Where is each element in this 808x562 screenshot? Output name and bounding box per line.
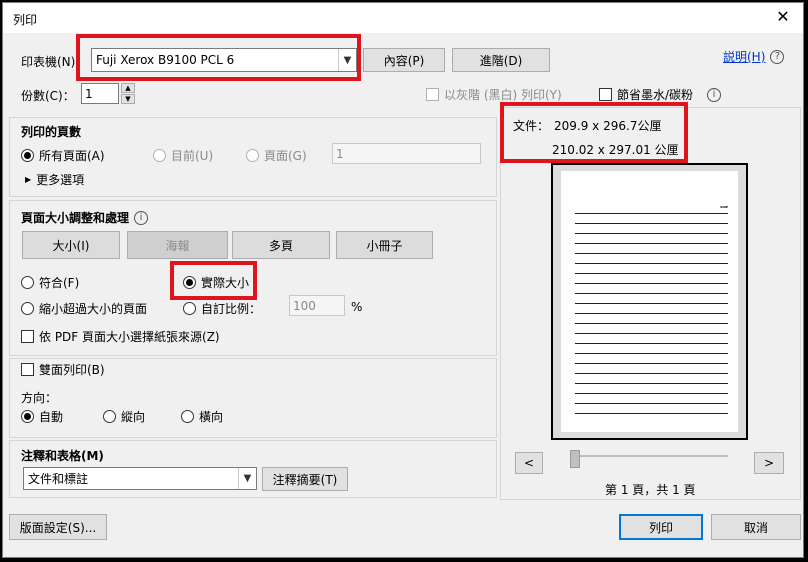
orientation-label: 方向： <box>21 391 58 405</box>
duplex-option[interactable]: 雙面列印(B) <box>21 361 105 378</box>
radio-icon[interactable] <box>21 276 34 289</box>
page-preview: SIDE <box>551 163 748 440</box>
comments-heading: 注釋和表格(M) <box>21 449 104 463</box>
save-ink-info-icon[interactable]: i <box>707 86 721 102</box>
help-link-text[interactable]: 説明(H) <box>723 48 765 65</box>
print-button[interactable]: 列印 <box>619 514 703 540</box>
actual-size-highlight-box <box>170 261 257 300</box>
copies-input[interactable]: 1 <box>81 83 119 104</box>
pdf-source-option[interactable]: 依 PDF 頁面大小選擇紙張來源(Z) <box>21 328 220 345</box>
page-setup-button[interactable]: 版面設定(S)... <box>9 514 107 540</box>
duplex-checkbox[interactable] <box>21 363 34 376</box>
shrink-radio[interactable]: 縮小超過大小的頁面 <box>21 300 147 317</box>
preview-page-sheet: SIDE <box>561 171 738 432</box>
sizing-info-icon[interactable]: i <box>134 210 149 225</box>
pages-current-radio[interactable]: 目前(U) <box>153 147 213 164</box>
help-link[interactable]: 説明(H) ? <box>723 48 785 65</box>
grayscale-option[interactable]: 以灰階 (黑白) 列印(Y) <box>426 86 562 103</box>
tab-size[interactable]: 大小(I) <box>22 231 120 259</box>
save-ink-checkbox[interactable] <box>599 88 612 101</box>
percent-label: % <box>351 300 363 314</box>
size-highlight-box <box>500 102 688 163</box>
tab-multiple[interactable]: 多頁 <box>232 231 330 259</box>
printer-highlight-box <box>76 34 361 81</box>
prev-page-button[interactable]: < <box>515 452 543 474</box>
page-slider-thumb[interactable] <box>570 450 580 468</box>
orientation-portrait-radio[interactable]: 縱向 <box>103 408 145 425</box>
tab-poster[interactable]: 海報 <box>127 231 228 259</box>
expand-triangle-icon: ▶ <box>25 175 32 184</box>
grayscale-checkbox[interactable] <box>426 88 439 101</box>
next-page-button[interactable]: > <box>754 452 784 474</box>
copies-down-icon[interactable]: ▼ <box>121 94 135 104</box>
pages-range-input[interactable]: 1 <box>332 143 481 164</box>
radio-icon[interactable] <box>153 149 166 162</box>
cancel-button[interactable]: 取消 <box>711 514 801 540</box>
print-dialog: 列印 ✕ 印表機(N)： Fuji Xerox B9100 PCL 6 ▼ 內容… <box>2 2 804 558</box>
advanced-button[interactable]: 進階(D) <box>452 48 550 72</box>
pages-all-radio[interactable]: 所有頁面(A) <box>21 147 105 164</box>
chevron-down-icon: ▼ <box>238 468 256 489</box>
radio-icon[interactable] <box>181 410 194 423</box>
more-options-toggle[interactable]: ▶ 更多選項 <box>25 171 84 188</box>
orientation-auto-radio[interactable]: 自動 <box>21 408 63 425</box>
fit-radio[interactable]: 符合(F) <box>21 274 79 291</box>
radio-icon[interactable] <box>21 149 34 162</box>
properties-button[interactable]: 內容(P) <box>363 48 445 72</box>
comments-value: 文件和標註 <box>28 472 89 486</box>
title-bar: 列印 ✕ <box>3 3 803 33</box>
comments-select[interactable]: 文件和標註 ▼ <box>23 467 257 490</box>
radio-icon[interactable] <box>103 410 116 423</box>
radio-icon[interactable] <box>21 410 34 423</box>
radio-icon[interactable] <box>183 302 196 315</box>
pages-range-radio[interactable]: 頁面(G) <box>246 147 307 164</box>
preview-page-header: SIDE <box>720 205 728 209</box>
close-icon[interactable]: ✕ <box>771 7 795 26</box>
custom-scale-radio[interactable]: 自訂比例： <box>183 300 261 317</box>
copies-up-icon[interactable]: ▲ <box>121 83 135 93</box>
pdf-source-checkbox[interactable] <box>21 330 34 343</box>
radio-icon[interactable] <box>246 149 259 162</box>
radio-icon[interactable] <box>21 302 34 315</box>
copies-label: 份數(C)： <box>21 89 75 103</box>
pages-heading: 列印的頁數 <box>21 125 82 139</box>
window-title: 列印 <box>13 13 38 27</box>
help-icon[interactable]: ? <box>770 49 785 64</box>
sizing-heading: 頁面大小調整和處理 i <box>21 209 149 226</box>
page-slider-track[interactable] <box>570 455 728 457</box>
orientation-landscape-radio[interactable]: 橫向 <box>181 408 223 425</box>
save-ink-option[interactable]: 節省墨水/碳粉 <box>599 86 693 103</box>
page-status: 第 1 頁，共 1 頁 <box>605 483 696 497</box>
tab-booklet[interactable]: 小冊子 <box>336 231 433 259</box>
comments-summary-button[interactable]: 注釋摘要(T) <box>262 467 348 491</box>
custom-scale-input[interactable]: 100 <box>289 295 345 316</box>
